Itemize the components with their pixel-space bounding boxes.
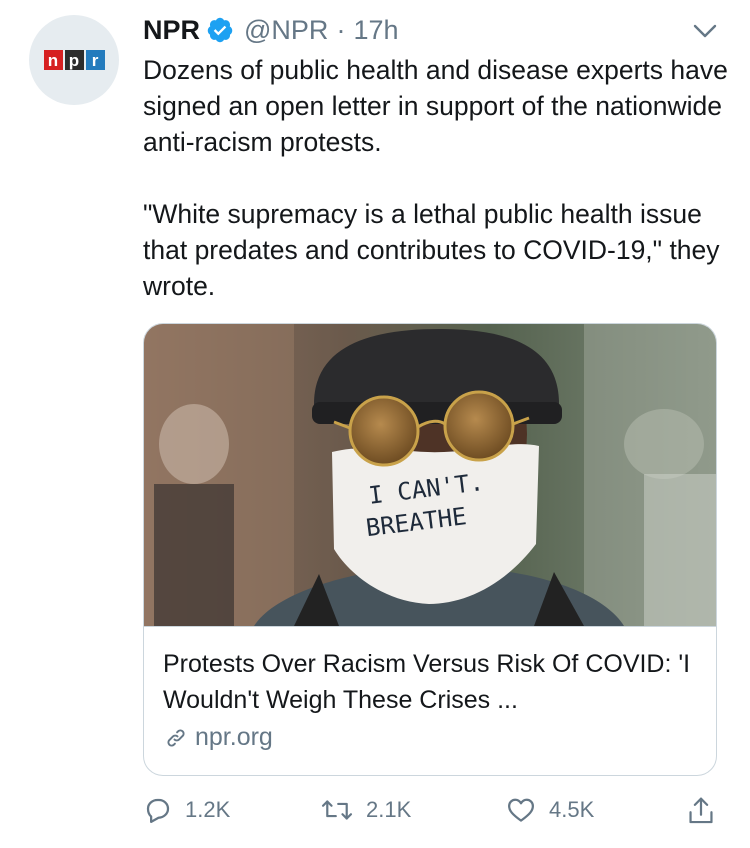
reply-count: 1.2K — [185, 797, 231, 822]
logo-letter-p: p — [64, 50, 84, 70]
tweet-actions: 1.2K 2.1K 4.5K — [0, 795, 750, 835]
retweet-count: 2.1K — [366, 797, 412, 822]
reply-button[interactable]: 1.2K — [143, 795, 230, 825]
retweet-icon — [321, 800, 353, 820]
avatar[interactable]: n p r — [29, 15, 119, 105]
card-image: I CAN'T. BREATHE — [144, 324, 716, 626]
verified-badge-icon — [206, 16, 234, 44]
share-button[interactable] — [686, 795, 716, 827]
chevron-down-icon[interactable] — [692, 22, 718, 40]
logo-letter-n: n — [43, 50, 63, 70]
card-body: Protests Over Racism Versus Risk Of COVI… — [144, 626, 716, 751]
retweet-button[interactable]: 2.1K — [320, 795, 411, 825]
tweet-header: NPR @NPR · 17h — [143, 14, 399, 46]
link-icon — [167, 728, 185, 747]
tweet-timestamp[interactable]: 17h — [353, 15, 398, 46]
like-count: 4.5K — [549, 797, 595, 822]
card-title: Protests Over Racism Versus Risk Of COVI… — [163, 650, 691, 714]
tweet-paragraph-2: "White supremacy is a lethal public heal… — [143, 199, 727, 301]
separator-dot: · — [336, 14, 346, 45]
card-domain-text: npr.org — [195, 723, 273, 751]
logo-letter-r: r — [85, 50, 105, 70]
reply-icon — [146, 798, 170, 823]
tweet-text: Dozens of public health and disease expe… — [143, 52, 733, 304]
author-handle[interactable]: @NPR — [244, 15, 328, 46]
like-button[interactable]: 4.5K — [505, 795, 594, 825]
npr-logo: n p r — [43, 50, 105, 70]
link-preview-card[interactable]: I CAN'T. BREATHE Protests Over Racism Ve… — [143, 323, 717, 776]
author-name[interactable]: NPR — [143, 15, 200, 46]
like-icon — [508, 798, 534, 822]
share-icon — [689, 797, 713, 824]
tweet-paragraph-1: Dozens of public health and disease expe… — [143, 55, 736, 157]
card-domain: npr.org — [163, 723, 273, 752]
